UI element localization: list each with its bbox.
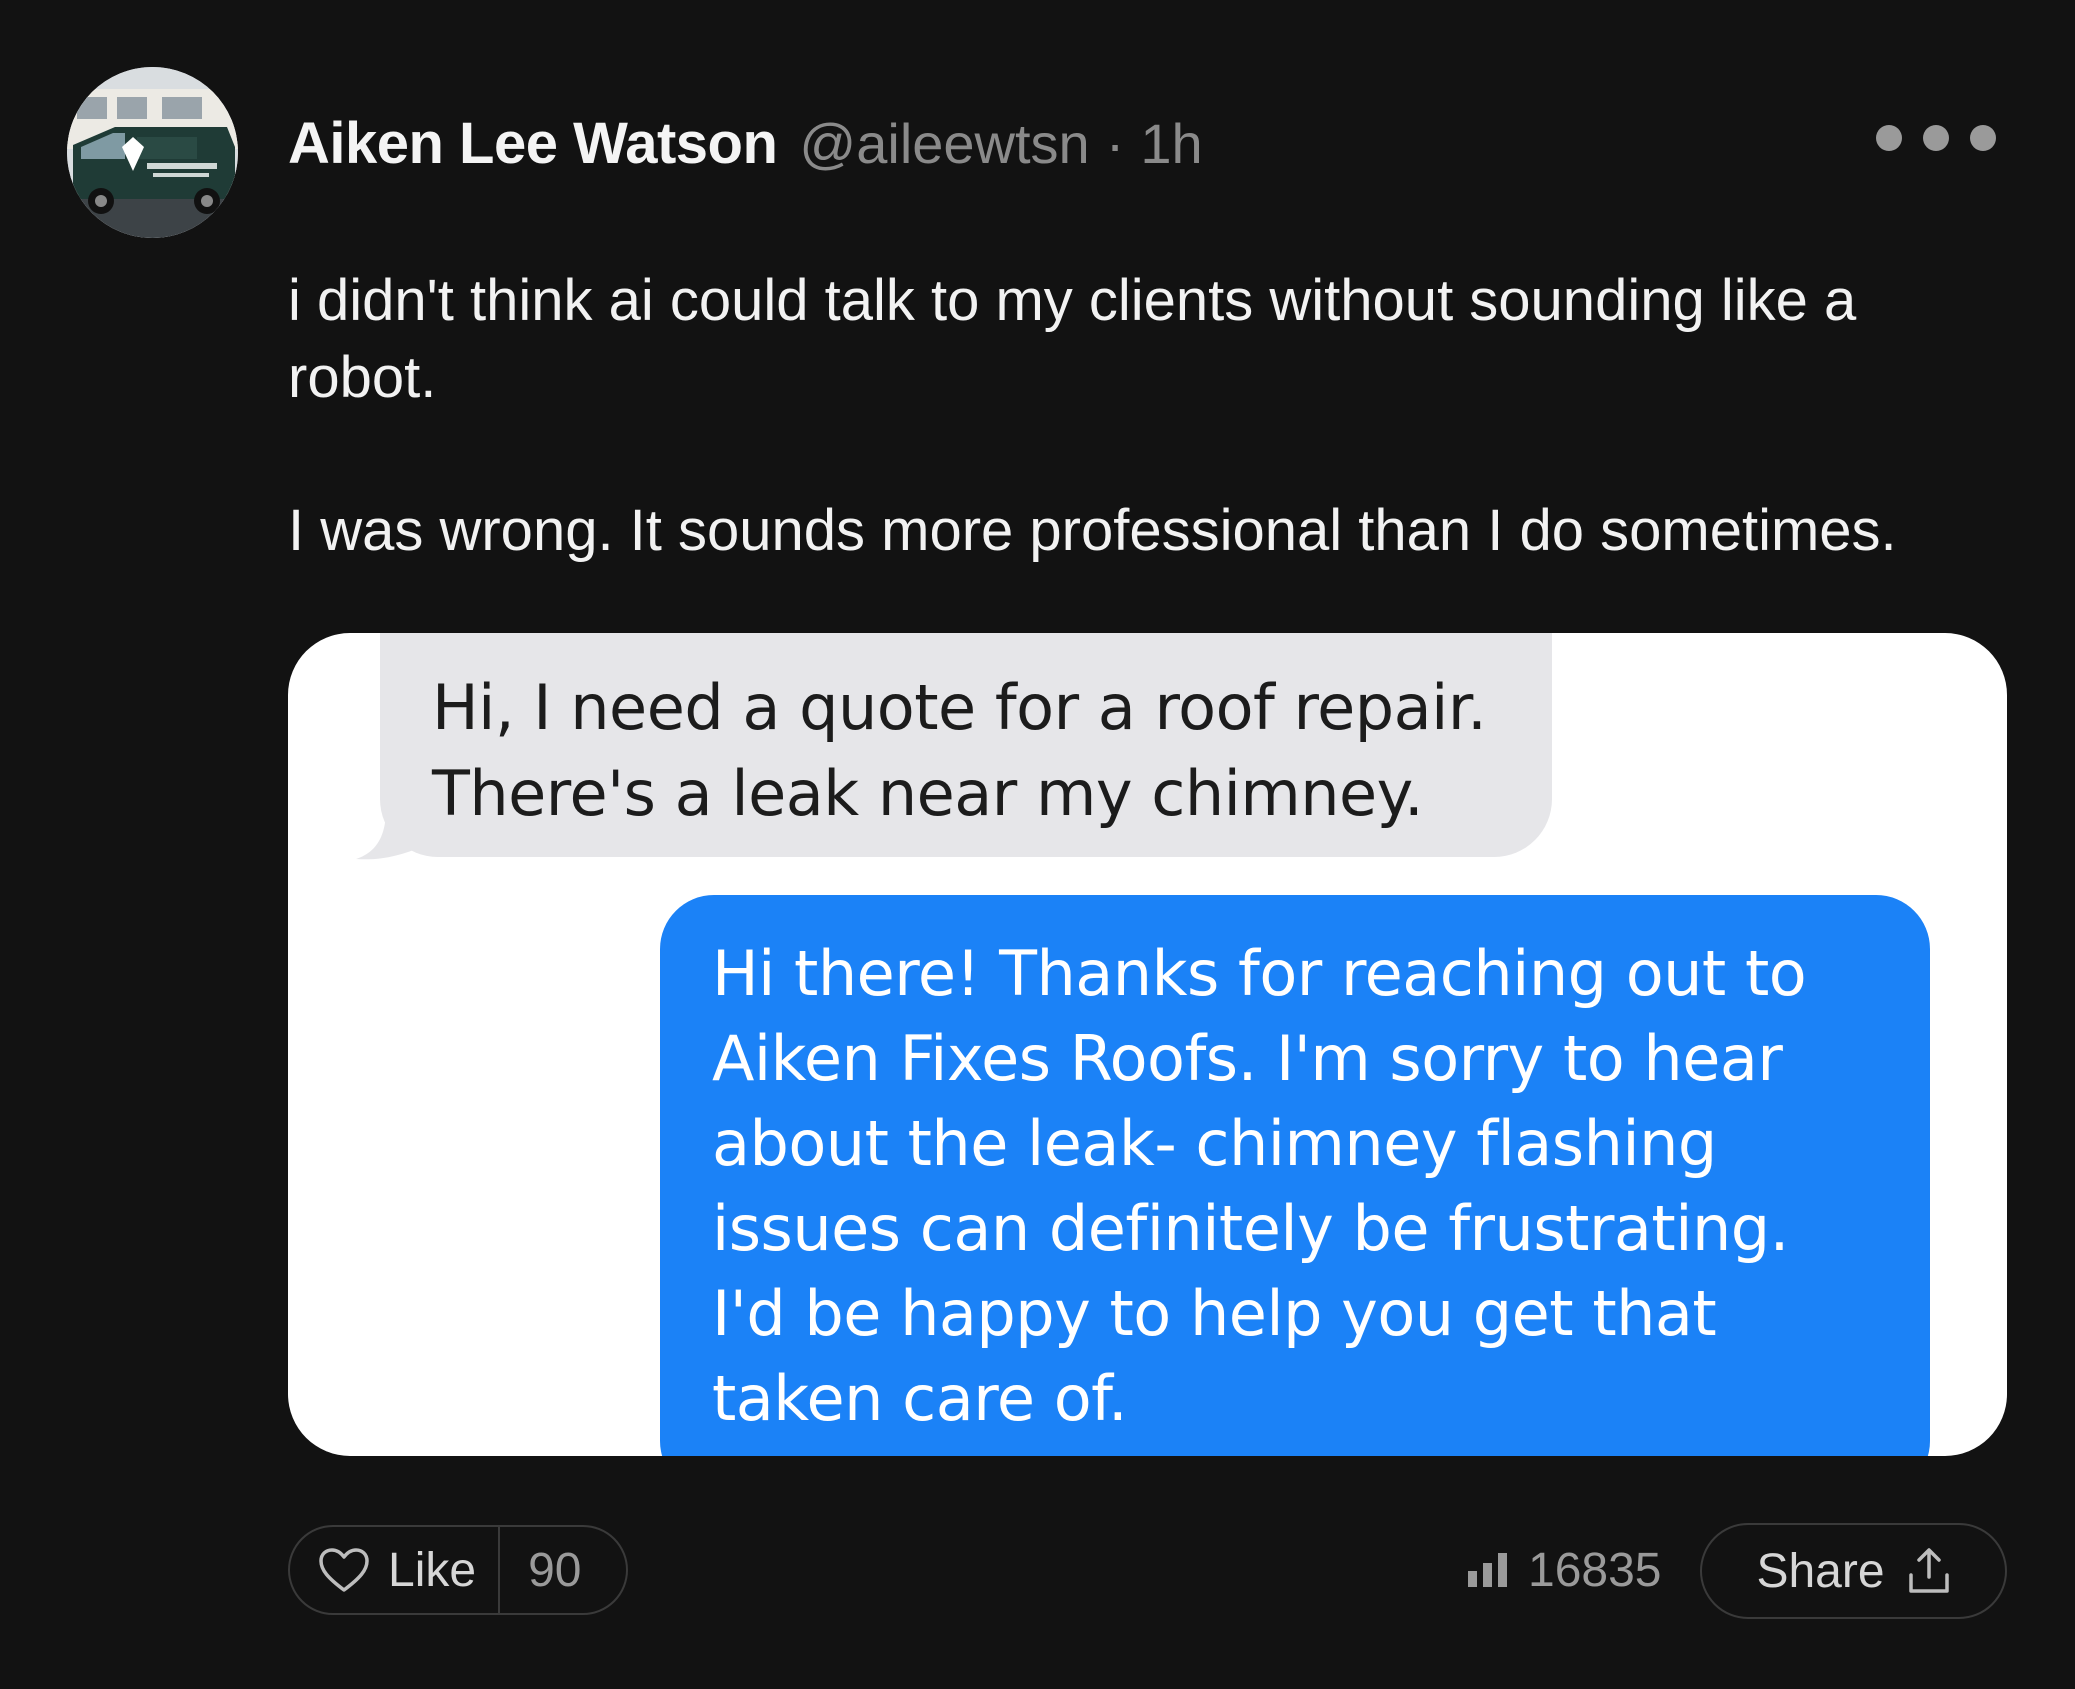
share-label: Share bbox=[1756, 1544, 1885, 1598]
views-count: 16835 bbox=[1528, 1543, 1662, 1597]
author-name[interactable]: Aiken Lee Watson bbox=[288, 110, 778, 177]
outgoing-message-line: Aiken Fixes Roofs. I'm sorry to hear bbox=[712, 1022, 1783, 1095]
more-options-button[interactable] bbox=[1876, 118, 1996, 158]
outgoing-message-line: taken care of. bbox=[712, 1362, 1128, 1435]
post-header: Aiken Lee Watson @aileewtsn · 1h bbox=[288, 108, 1203, 178]
post-paragraph: i didn't think ai could talk to my clien… bbox=[288, 268, 1857, 410]
share-button[interactable]: Share bbox=[1700, 1523, 2007, 1619]
share-upload-icon bbox=[1908, 1548, 1949, 1593]
post-card: Aiken Lee Watson @aileewtsn · 1h i didn'… bbox=[0, 0, 2075, 1689]
author-handle[interactable]: @aileewtsn bbox=[799, 111, 1089, 176]
incoming-message-bubble: Hi, I need a quote for a roof repair. Th… bbox=[380, 633, 1552, 857]
outgoing-message-bubble: Hi there! Thanks for reaching out to Aik… bbox=[660, 895, 1930, 1456]
more-horizontal-icon bbox=[1923, 125, 1949, 151]
heart-icon bbox=[319, 1548, 369, 1592]
bar-chart-icon bbox=[1468, 1553, 1507, 1587]
incoming-message-line: Hi, I need a quote for a roof repair. bbox=[432, 671, 1487, 744]
like-label: Like bbox=[388, 1543, 477, 1597]
outgoing-message-line: Hi there! Thanks for reaching out to bbox=[712, 937, 1807, 1010]
more-horizontal-icon bbox=[1970, 125, 1996, 151]
incoming-message-line: There's a leak near my chimney. bbox=[432, 757, 1424, 830]
outgoing-message-line: I'd be happy to help you get that bbox=[712, 1277, 1717, 1350]
outgoing-message-line: about the leak- chimney flashing bbox=[712, 1107, 1717, 1180]
views-stat: 16835 bbox=[1466, 1540, 1661, 1600]
roofing-van-avatar-icon bbox=[67, 67, 238, 238]
separator-dot: · bbox=[1105, 111, 1125, 175]
post-paragraph: I was wrong. It sounds more professional… bbox=[288, 498, 1897, 563]
post-timestamp[interactable]: 1h bbox=[1140, 111, 1202, 176]
post-image[interactable]: Hi, I need a quote for a roof repair. Th… bbox=[288, 633, 2007, 1456]
outgoing-message-line: issues can definitely be frustrating. bbox=[712, 1192, 1789, 1265]
like-button[interactable]: Like bbox=[290, 1527, 501, 1613]
avatar[interactable] bbox=[67, 67, 238, 238]
like-count[interactable]: 90 bbox=[500, 1543, 581, 1598]
post-body: i didn't think ai could talk to my clien… bbox=[288, 262, 2008, 569]
more-horizontal-icon bbox=[1876, 125, 1902, 151]
like-group: Like 90 bbox=[288, 1525, 628, 1615]
